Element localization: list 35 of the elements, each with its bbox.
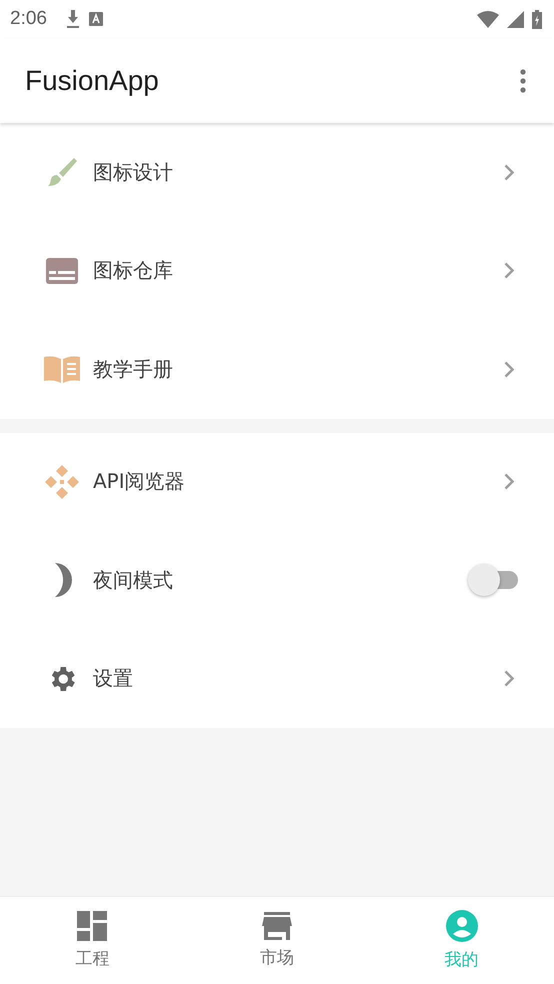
- book-icon: [44, 355, 80, 384]
- store-icon: [262, 912, 292, 940]
- menu-item-label: 夜间模式: [93, 566, 174, 594]
- menu-item-label: 教学手册: [93, 356, 174, 383]
- nav-tab[interactable]: 市场: [184, 897, 370, 984]
- signal-icon: [507, 10, 524, 28]
- menu-item-label: 设置: [93, 665, 134, 692]
- chevron-right-icon: [504, 473, 514, 490]
- chevron-right-icon: [504, 670, 514, 688]
- chevron-right-icon: [504, 360, 514, 378]
- menu-item-label: 图标设计: [93, 158, 174, 186]
- text-notification-icon: [88, 12, 103, 26]
- battery-icon: [532, 10, 542, 28]
- brush-icon: [46, 157, 78, 188]
- app-title: FusionApp: [25, 64, 160, 96]
- menu-item[interactable]: 设置: [0, 630, 554, 728]
- dashboard-icon: [77, 911, 108, 941]
- chevron-right-icon: [504, 164, 514, 181]
- status-time: 2:06: [10, 8, 47, 30]
- menu-item[interactable]: 图标仓库: [0, 222, 554, 320]
- menu-item[interactable]: API阅览器: [0, 432, 554, 531]
- download-icon: [64, 10, 81, 28]
- menu-item-label: API阅览器: [93, 468, 186, 496]
- nav-tab[interactable]: 工程: [0, 897, 185, 984]
- toggle-switch[interactable]: [468, 563, 520, 598]
- menu-item[interactable]: 夜间模式: [0, 531, 554, 630]
- card-icon: [46, 258, 78, 284]
- menu-item-label: 图标仓库: [93, 257, 174, 284]
- menu-item[interactable]: 教学手册: [0, 320, 554, 418]
- more-vertical-icon: [520, 68, 526, 92]
- menu-item[interactable]: 图标设计: [0, 123, 554, 222]
- chevron-right-icon: [504, 262, 514, 280]
- wifi-icon: [477, 10, 499, 28]
- account-icon: [446, 910, 478, 942]
- diamond-pattern-icon: [44, 464, 78, 499]
